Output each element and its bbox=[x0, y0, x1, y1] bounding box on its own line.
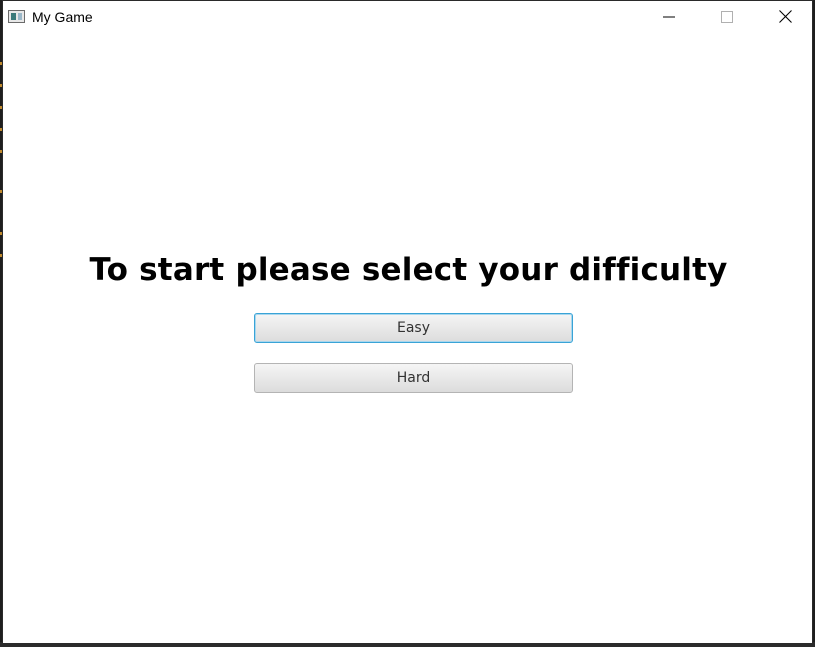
close-button[interactable] bbox=[756, 1, 814, 32]
window-title: My Game bbox=[32, 9, 93, 25]
minimize-button[interactable] bbox=[640, 1, 698, 32]
maximize-button[interactable] bbox=[698, 1, 756, 32]
title-bar[interactable]: My Game bbox=[3, 1, 812, 32]
difficulty-heading: To start please select your difficulty bbox=[89, 252, 728, 288]
hard-button[interactable]: Hard bbox=[254, 363, 573, 393]
minimize-icon bbox=[663, 16, 675, 17]
window-content: To start please select your difficulty E… bbox=[3, 32, 812, 643]
game-window: My Game To start please select your diff… bbox=[2, 0, 813, 643]
easy-button-label: Easy bbox=[396, 320, 430, 336]
close-icon bbox=[778, 10, 792, 23]
hard-button-label: Hard bbox=[396, 370, 431, 386]
app-window-icon bbox=[8, 10, 25, 23]
maximize-icon bbox=[721, 10, 733, 23]
easy-button[interactable]: Easy bbox=[254, 313, 573, 343]
